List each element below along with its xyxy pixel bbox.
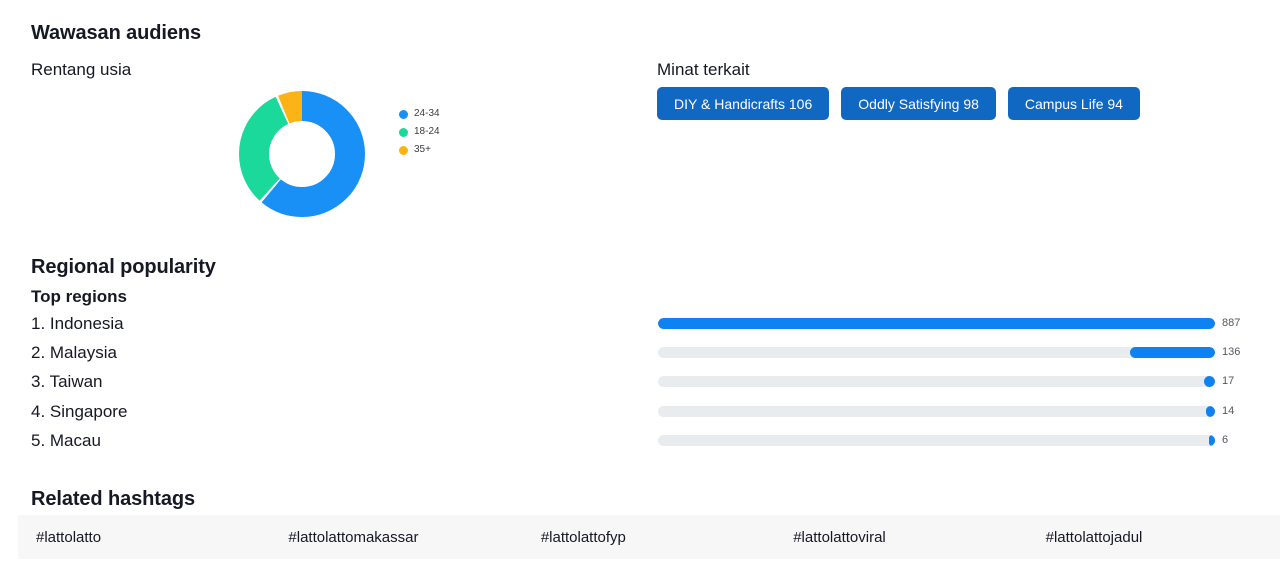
related-interests-title: Minat terkait xyxy=(657,60,750,79)
age-range-legend: 24-34 18-24 35+ xyxy=(399,108,440,156)
region-label-singapore: 4. Singapore xyxy=(31,401,128,421)
region-label-indonesia: 1. Indonesia xyxy=(31,314,124,333)
hashtag-item[interactable]: #lattolattofyp xyxy=(523,529,775,546)
region-value-malaysia: 136 xyxy=(1222,346,1241,359)
region-value-macau: 6 xyxy=(1222,433,1229,446)
legend-item: 18-24 xyxy=(399,126,440,138)
interest-tag-diy-handicrafts[interactable]: DIY & Handicrafts 106 xyxy=(657,87,830,120)
top-regions-title: Top regions xyxy=(31,287,128,306)
region-row: 5. Macau 6 xyxy=(0,430,1280,459)
region-bar-fill-singapore xyxy=(1206,405,1215,417)
legend-swatch-35-plus xyxy=(399,145,408,155)
region-bar-track-singapore xyxy=(658,405,1215,417)
region-bar-fill-macau xyxy=(1209,434,1215,446)
hashtag-item[interactable]: #lattolattoviral xyxy=(775,529,1027,546)
region-row: 4. Singapore 14 xyxy=(0,401,1280,430)
hashtag-item[interactable]: #lattolattomakassar xyxy=(270,529,522,546)
legend-item: 35+ xyxy=(399,144,440,156)
regional-popularity-title: Regional popularity xyxy=(31,256,216,278)
region-label-macau: 5. Macau xyxy=(31,430,101,450)
age-range-title: Rentang usia xyxy=(31,60,132,79)
related-hashtags-title: Related hashtags xyxy=(31,488,196,510)
hashtag-item[interactable]: #lattolatto xyxy=(18,529,270,546)
age-range-donut-chart xyxy=(238,90,366,218)
region-bar-track-indonesia xyxy=(658,318,1215,329)
legend-swatch-18-24 xyxy=(399,127,408,137)
region-row: 1. Indonesia 887 xyxy=(0,313,1280,342)
top-regions-chart: 1. Indonesia 887 2. Malaysia 136 3. Taiw… xyxy=(0,313,1280,459)
region-bar-fill-taiwan xyxy=(1204,376,1215,388)
region-value-singapore: 14 xyxy=(1222,404,1235,417)
region-bar-track-taiwan xyxy=(658,376,1215,388)
page-title: Wawasan audiens xyxy=(31,22,202,44)
audience-insights-page: Wawasan audiens Rentang usia 24-34 18-24 xyxy=(0,0,1280,565)
region-label-malaysia: 2. Malaysia xyxy=(31,343,117,363)
region-row: 3. Taiwan 17 xyxy=(0,371,1280,400)
hashtag-item[interactable]: #lattolattojadul xyxy=(1028,529,1280,546)
region-row: 2. Malaysia 136 xyxy=(0,342,1280,371)
region-label-taiwan: 3. Taiwan xyxy=(31,372,103,392)
region-bar-track-malaysia xyxy=(658,347,1215,359)
legend-label-35-plus: 35+ xyxy=(414,144,431,155)
interest-tag-oddly-satisfying[interactable]: Oddly Satisfying 98 xyxy=(841,87,996,120)
legend-label-18-24: 18-24 xyxy=(414,126,440,137)
legend-label-24-34: 24-34 xyxy=(414,108,440,119)
related-interests-list: DIY & Handicrafts 106 Oddly Satisfying 9… xyxy=(657,87,1140,120)
legend-item: 24-34 xyxy=(399,108,440,120)
region-value-indonesia: 887 xyxy=(1222,317,1241,329)
region-value-taiwan: 17 xyxy=(1222,375,1235,388)
interest-tag-campus-life[interactable]: Campus Life 94 xyxy=(1007,87,1140,120)
legend-swatch-24-34 xyxy=(399,109,408,119)
related-hashtags-row: #lattolatto #lattolattomakassar #lattola… xyxy=(18,515,1280,559)
region-bar-fill-indonesia xyxy=(658,318,1215,329)
region-bar-fill-malaysia xyxy=(1129,347,1215,359)
region-bar-track-macau xyxy=(658,434,1215,446)
